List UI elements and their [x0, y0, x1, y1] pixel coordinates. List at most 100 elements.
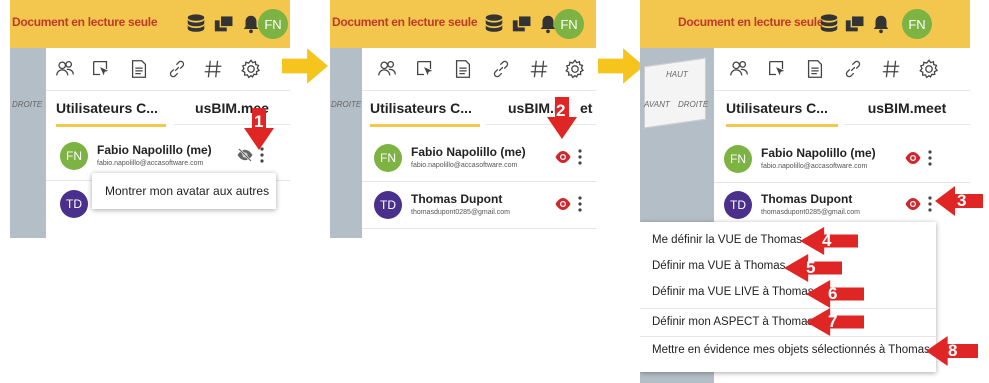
- divider: [714, 182, 970, 183]
- step-number: 5: [806, 258, 816, 277]
- avatar: TD: [60, 190, 88, 218]
- next-arrow: [598, 48, 644, 84]
- panel-toolbar: [714, 48, 970, 91]
- avatar: FN: [60, 142, 88, 170]
- step-number: 7: [828, 312, 838, 331]
- hash-icon[interactable]: [202, 58, 224, 80]
- view-cube-face-haut[interactable]: HAUT: [666, 70, 688, 79]
- eye-icon[interactable]: [554, 197, 572, 211]
- divider: [362, 228, 596, 229]
- user-row-fabio[interactable]: FN Fabio Napolillo (me) fabio.napolillo@…: [724, 138, 934, 182]
- user-email: thomasdupont0285@gmail.com: [411, 209, 510, 216]
- view-cube-face-droite[interactable]: DROITE: [331, 100, 361, 109]
- menu-item-set-my-view-to-theirs[interactable]: Me définir la VUE de Thomas: [640, 226, 802, 254]
- users-icon[interactable]: [376, 58, 398, 80]
- database-icon[interactable]: [483, 13, 505, 35]
- window-icon[interactable]: [511, 13, 533, 35]
- document-icon[interactable]: [804, 58, 826, 80]
- panel-toolbar: [362, 48, 596, 91]
- view-cube-face-avant[interactable]: AVANT: [644, 100, 670, 109]
- avatar: TD: [374, 191, 402, 219]
- user-name: Fabio Napolillo (me): [411, 145, 526, 159]
- step-badge-1: 1: [244, 108, 274, 150]
- next-arrow: [282, 48, 328, 84]
- user-avatar[interactable]: FN: [554, 9, 584, 39]
- panel-toolbar: [46, 48, 290, 91]
- menu-item-set-my-view[interactable]: Définir ma VUE à Thomas: [640, 252, 785, 280]
- view-cube-face-droite[interactable]: DROITE: [678, 100, 708, 109]
- document-icon[interactable]: [128, 58, 150, 80]
- tab-label-part: et: [580, 100, 593, 116]
- eye-icon[interactable]: [904, 151, 922, 165]
- view-cube[interactable]: [644, 57, 706, 129]
- avatar: TD: [724, 191, 752, 219]
- eye-off-icon[interactable]: [236, 148, 254, 162]
- more-vert-icon[interactable]: [928, 196, 932, 212]
- top-bar: Document en lecture seule FN: [330, 0, 596, 48]
- eye-icon[interactable]: [904, 197, 922, 211]
- viewport[interactable]: DROITE: [330, 48, 362, 238]
- tooltip-show-avatar[interactable]: Montrer mon avatar aux autres: [92, 173, 276, 209]
- menu-item-set-my-aspect[interactable]: Définir mon ASPECT à Thomas: [640, 308, 813, 336]
- avatar: FN: [724, 145, 752, 173]
- top-bar: Document en lecture seule FN: [640, 0, 970, 48]
- view-cube-face-droite[interactable]: DROITE: [12, 100, 42, 109]
- settings-icon[interactable]: [564, 58, 586, 80]
- users-icon[interactable]: [54, 58, 76, 80]
- document-icon[interactable]: [452, 58, 474, 80]
- tab-users[interactable]: Utilisateurs C...: [726, 92, 838, 127]
- user-avatar[interactable]: FN: [258, 9, 288, 39]
- step-badge-4: 4: [800, 227, 858, 255]
- user-name: Fabio Napolillo (me): [97, 143, 212, 157]
- panel-step-2: Document en lecture seule FN DROITE Util…: [330, 0, 596, 383]
- readonly-label: Document en lecture seule: [12, 15, 158, 29]
- step-number: 6: [828, 284, 838, 303]
- menu-item-highlight-selection[interactable]: Mettre en évidence mes objets sélectionn…: [640, 336, 930, 364]
- link-icon[interactable]: [490, 58, 512, 80]
- settings-icon[interactable]: [240, 58, 262, 80]
- tab-usbim-meet[interactable]: usBIM.m et: [486, 92, 596, 125]
- user-name: Fabio Napolillo (me): [761, 146, 876, 160]
- menu-item-set-my-live-view[interactable]: Définir ma VUE LIVE à Thomas: [640, 278, 814, 306]
- user-row-thomas[interactable]: TD Thomas Dupont thomasdupont0285@gmail.…: [374, 184, 584, 228]
- cursor-box-icon[interactable]: [766, 58, 788, 80]
- cursor-box-icon[interactable]: [414, 58, 436, 80]
- user-email: thomasdupont0285@gmail.com: [761, 209, 860, 216]
- top-bar: Document en lecture seule FN: [10, 0, 290, 48]
- user-avatar[interactable]: FN: [902, 9, 932, 39]
- panel-step-1: Document en lecture seule FN DROITE Util…: [10, 0, 290, 383]
- panel-tabs: Utilisateurs C... usBIM.meet: [714, 92, 970, 127]
- more-vert-icon[interactable]: [578, 196, 582, 212]
- step-badge-8: 8: [926, 336, 978, 366]
- avatar: FN: [374, 144, 402, 172]
- user-context-menu: Me définir la VUE de Thomas Définir ma V…: [640, 222, 936, 372]
- eye-icon[interactable]: [554, 150, 572, 164]
- step-number: 4: [822, 231, 832, 250]
- tab-users[interactable]: Utilisateurs C...: [56, 92, 166, 127]
- link-icon[interactable]: [842, 58, 864, 80]
- readonly-label: Document en lecture seule: [678, 15, 824, 29]
- hash-icon[interactable]: [528, 58, 550, 80]
- step-number: 1: [254, 112, 264, 131]
- user-email: fabio.napolillo@accasoftware.com: [97, 160, 204, 167]
- viewport[interactable]: DROITE: [10, 48, 46, 238]
- cursor-box-icon[interactable]: [90, 58, 112, 80]
- hash-icon[interactable]: [880, 58, 902, 80]
- database-icon[interactable]: [818, 13, 840, 35]
- readonly-label: Document en lecture seule: [332, 15, 478, 29]
- settings-icon[interactable]: [918, 58, 940, 80]
- step-badge-2: 2: [547, 97, 577, 139]
- bell-icon[interactable]: [870, 13, 892, 35]
- window-icon[interactable]: [213, 13, 235, 35]
- database-icon[interactable]: [185, 13, 207, 35]
- more-vert-icon[interactable]: [928, 150, 932, 166]
- window-icon[interactable]: [844, 13, 866, 35]
- panel-step-3: Document en lecture seule FN HAUT AVANT …: [640, 0, 970, 383]
- step-number: 3: [957, 191, 967, 210]
- link-icon[interactable]: [166, 58, 188, 80]
- users-icon[interactable]: [728, 58, 750, 80]
- user-row-fabio[interactable]: FN Fabio Napolillo (me) fabio.napolillo@…: [374, 137, 584, 181]
- more-vert-icon[interactable]: [578, 149, 582, 165]
- tab-users[interactable]: Utilisateurs C...: [370, 92, 480, 127]
- tab-usbim-meet[interactable]: usBIM.meet: [844, 92, 970, 125]
